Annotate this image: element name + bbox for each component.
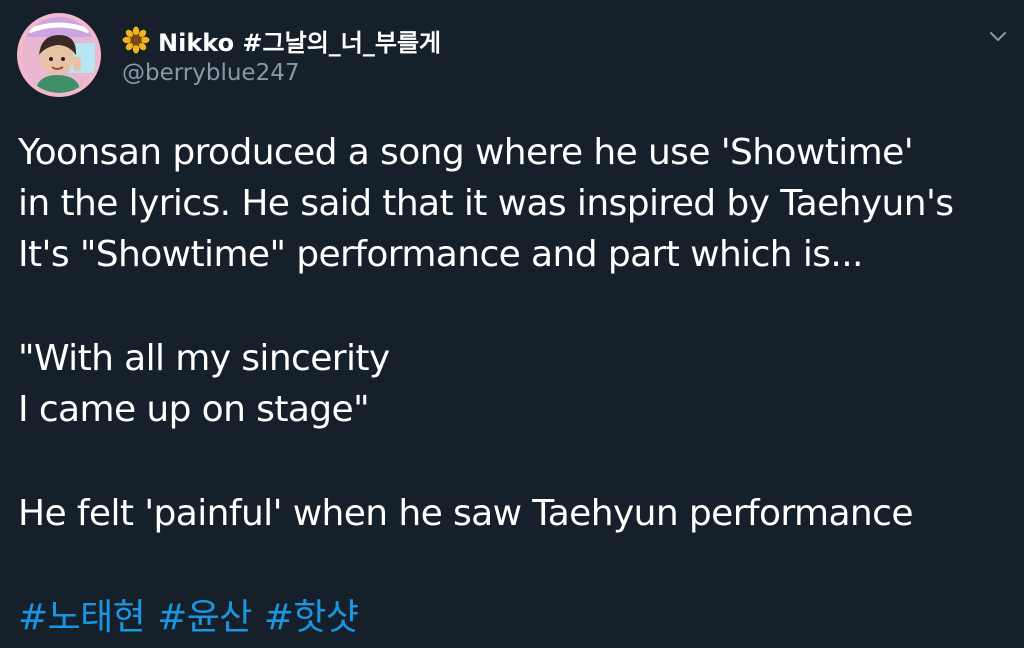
tweet-line: I came up on stage": [18, 389, 370, 430]
hashtag-link[interactable]: #윤산: [157, 597, 252, 638]
chevron-down-icon[interactable]: [986, 24, 1010, 48]
tweet-card: Nikko #그날의_너_부를게 @berryblue247 Yoonsan p…: [0, 0, 1024, 648]
profile-photo-icon: [21, 17, 97, 93]
avatar[interactable]: [17, 13, 101, 97]
tweet-line: in the lyrics. He said that it was inspi…: [18, 183, 954, 224]
author-name-row[interactable]: Nikko #그날의_너_부를게: [122, 23, 441, 58]
user-handle[interactable]: @berryblue247: [122, 60, 300, 86]
tweet-line: Yoonsan produced a song where he use 'Sh…: [18, 132, 914, 173]
tweet-line: He felt 'painful' when he saw Taehyun pe…: [18, 493, 913, 534]
hashtag-link[interactable]: #핫샷: [264, 597, 359, 638]
tweet-line: "With all my sincerity: [18, 338, 390, 379]
hashtag-row: #노태현 #윤산 #핫샷: [18, 592, 1013, 643]
sunflower-icon: [122, 26, 150, 54]
tweet-line: It's "Showtime" performance and part whi…: [18, 234, 864, 275]
tweet-text: Yoonsan produced a song where he use 'Sh…: [18, 127, 1013, 643]
hashtag-link[interactable]: #노태현: [18, 597, 146, 638]
display-name[interactable]: Nikko #그날의_너_부를게: [158, 23, 441, 58]
